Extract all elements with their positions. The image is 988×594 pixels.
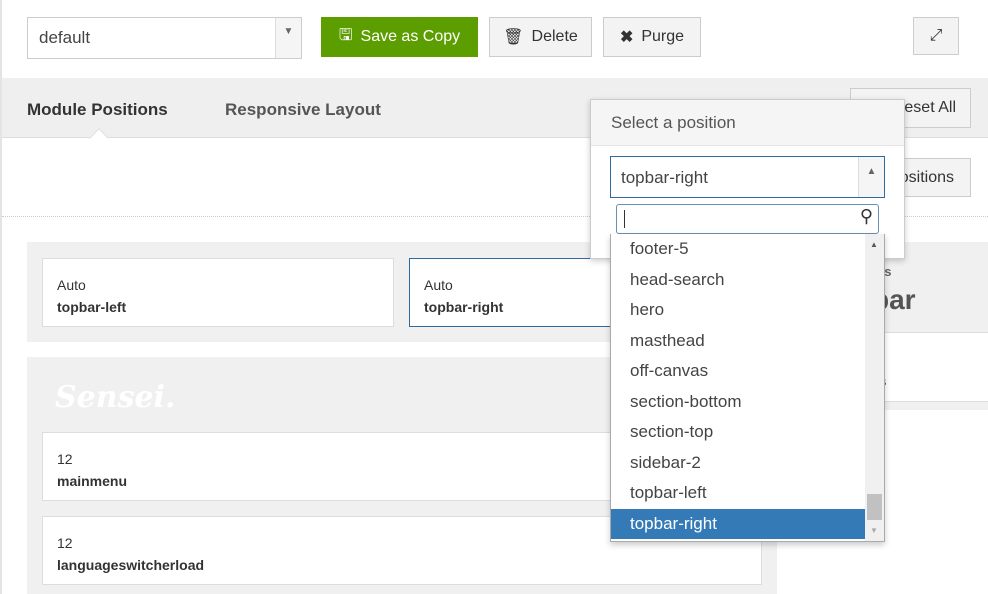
delete-button[interactable]: 🗑 Delete [489,17,592,57]
card-name: topbar-left [57,299,127,315]
popover-title: Select a position [591,100,904,146]
option-section-top[interactable]: section-top [611,417,884,448]
scrollbar[interactable]: ▲ ▼ [865,234,884,541]
expand-icon: ⤢ [929,27,943,44]
position-select[interactable]: topbar-right ▲ [610,156,885,198]
purge-label: Purge [641,28,685,45]
chevron-up-icon: ▲ [858,157,884,197]
option-hero[interactable]: hero [611,295,884,326]
purge-button[interactable]: ✖ Purge [603,17,701,57]
option-topbar-right[interactable]: topbar-right [611,508,884,539]
save-label: Save as Copy [360,28,461,45]
position-card-topbar-left[interactable]: Auto topbar-left [42,258,394,327]
delete-label: Delete [531,28,578,45]
card-size: Auto [424,277,453,293]
card-size: 12 [57,535,73,551]
scrollbar-thumb[interactable] [867,494,882,520]
floppy-icon: 🖫 [338,26,353,44]
trash-icon: 🗑 [503,29,524,46]
logo: Sensei. [55,380,176,415]
x-icon: ✖ [619,29,634,46]
tab-responsive-layout[interactable]: Responsive Layout [225,100,381,120]
option-masthead[interactable]: masthead [611,326,884,357]
option-footer-5[interactable]: footer-5 [611,234,884,265]
layout-select-value: default [39,28,91,47]
position-select-value: topbar-right [621,168,708,187]
chevron-down-icon: ▼ [275,18,301,58]
save-as-copy-button[interactable]: 🖫 Save as Copy [321,17,478,57]
tab-module-positions[interactable]: Module Positions [27,100,168,120]
option-section-bottom[interactable]: section-bottom [611,387,884,418]
fullscreen-button[interactable]: ⤢ [913,17,959,55]
position-search-input[interactable]: ⚲ [616,204,879,234]
option-topbar-left[interactable]: topbar-left [611,478,884,509]
option-off-canvas[interactable]: off-canvas [611,356,884,387]
card-name: languageswitcherload [57,557,205,573]
positions-label: ositions [899,168,954,186]
search-icon: ⚲ [859,206,873,226]
position-options-list[interactable]: footer-5 head-search hero masthead off-canva… [610,234,885,542]
text-cursor [624,210,625,228]
option-sidebar-2[interactable]: sidebar-2 [611,448,884,479]
reset-all-label: eset All [904,99,956,116]
scroll-up-icon[interactable]: ▲ [870,240,878,249]
card-size: Auto [57,277,86,293]
card-size: 12 [57,451,73,467]
scroll-down-icon[interactable]: ▼ [870,526,878,535]
option-head-search[interactable]: head-search [611,265,884,296]
layout-select[interactable]: default ▼ [27,17,302,59]
